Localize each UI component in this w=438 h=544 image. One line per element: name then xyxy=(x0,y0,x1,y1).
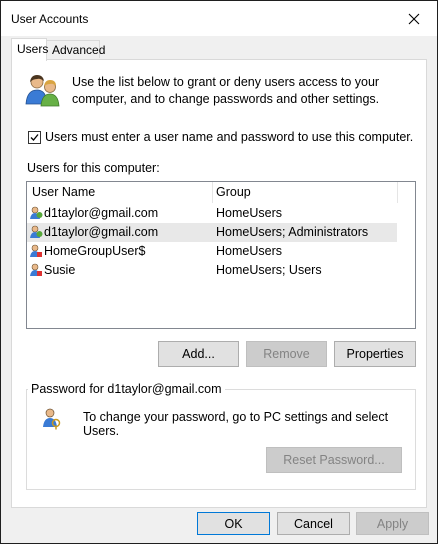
table-row[interactable]: d1taylor@gmail.com HomeUsers xyxy=(27,204,397,223)
properties-button[interactable]: Properties xyxy=(334,341,416,367)
close-icon xyxy=(408,13,420,24)
user-name-cell: d1taylor@gmail.com xyxy=(44,206,159,220)
column-header-user-name[interactable]: User Name xyxy=(32,185,95,199)
intro-text: Use the list below to grant or deny user… xyxy=(72,75,380,106)
remove-button[interactable]: Remove xyxy=(246,341,327,367)
title-bar: User Accounts xyxy=(1,1,437,36)
user-icon xyxy=(30,225,43,238)
cancel-button[interactable]: Cancel xyxy=(277,512,350,535)
window-title: User Accounts xyxy=(11,12,89,26)
apply-button[interactable]: Apply xyxy=(356,512,429,535)
password-instructions: To change your password, go to PC settin… xyxy=(83,410,389,438)
user-name-cell: Susie xyxy=(44,263,76,277)
list-header: User Name Group xyxy=(27,182,415,203)
user-icon xyxy=(30,206,43,219)
column-divider[interactable] xyxy=(212,182,213,203)
group-cell: HomeUsers; Users xyxy=(216,263,322,277)
users-tab-panel: Use the list below to grant or deny user… xyxy=(11,59,427,508)
add-button[interactable]: Add... xyxy=(158,341,239,367)
login-required-label: Users must enter a user name and passwor… xyxy=(45,130,414,144)
table-row[interactable]: d1taylor@gmail.com HomeUsers; Administra… xyxy=(27,223,397,242)
login-required-checkbox[interactable] xyxy=(28,130,41,144)
reset-password-button[interactable]: Reset Password... xyxy=(266,447,402,473)
group-cell: HomeUsers; Administrators xyxy=(216,225,369,239)
users-list[interactable]: User Name Group d1taylor@gmail.com HomeU… xyxy=(26,181,416,329)
column-header-group[interactable]: Group xyxy=(216,185,251,199)
password-group-title: Password for d1taylor@gmail.com xyxy=(28,382,225,396)
user-accounts-dialog: User Accounts Users Advanced Use the lis… xyxy=(0,0,438,544)
column-divider[interactable] xyxy=(397,182,398,203)
ok-button[interactable]: OK xyxy=(197,512,270,535)
user-icon xyxy=(30,244,42,257)
login-required-checkbox-row[interactable]: Users must enter a user name and passwor… xyxy=(28,130,413,144)
user-key-icon xyxy=(43,408,61,430)
user-name-cell: d1taylor@gmail.com xyxy=(44,225,159,239)
checkmark-icon xyxy=(30,133,39,141)
tab-advanced[interactable]: Advanced xyxy=(46,40,105,58)
password-group xyxy=(26,389,416,490)
group-cell: HomeUsers xyxy=(216,206,282,220)
table-row[interactable]: HomeGroupUser$ HomeUsers xyxy=(27,242,397,261)
close-button[interactable] xyxy=(391,1,437,36)
tab-users[interactable]: Users xyxy=(11,38,48,61)
table-row[interactable]: Susie HomeUsers; Users xyxy=(27,261,397,280)
users-icon xyxy=(25,75,60,107)
user-name-cell: HomeGroupUser$ xyxy=(44,244,146,258)
users-list-label: Users for this computer: xyxy=(27,161,160,175)
user-icon xyxy=(30,263,42,276)
group-cell: HomeUsers xyxy=(216,244,282,258)
